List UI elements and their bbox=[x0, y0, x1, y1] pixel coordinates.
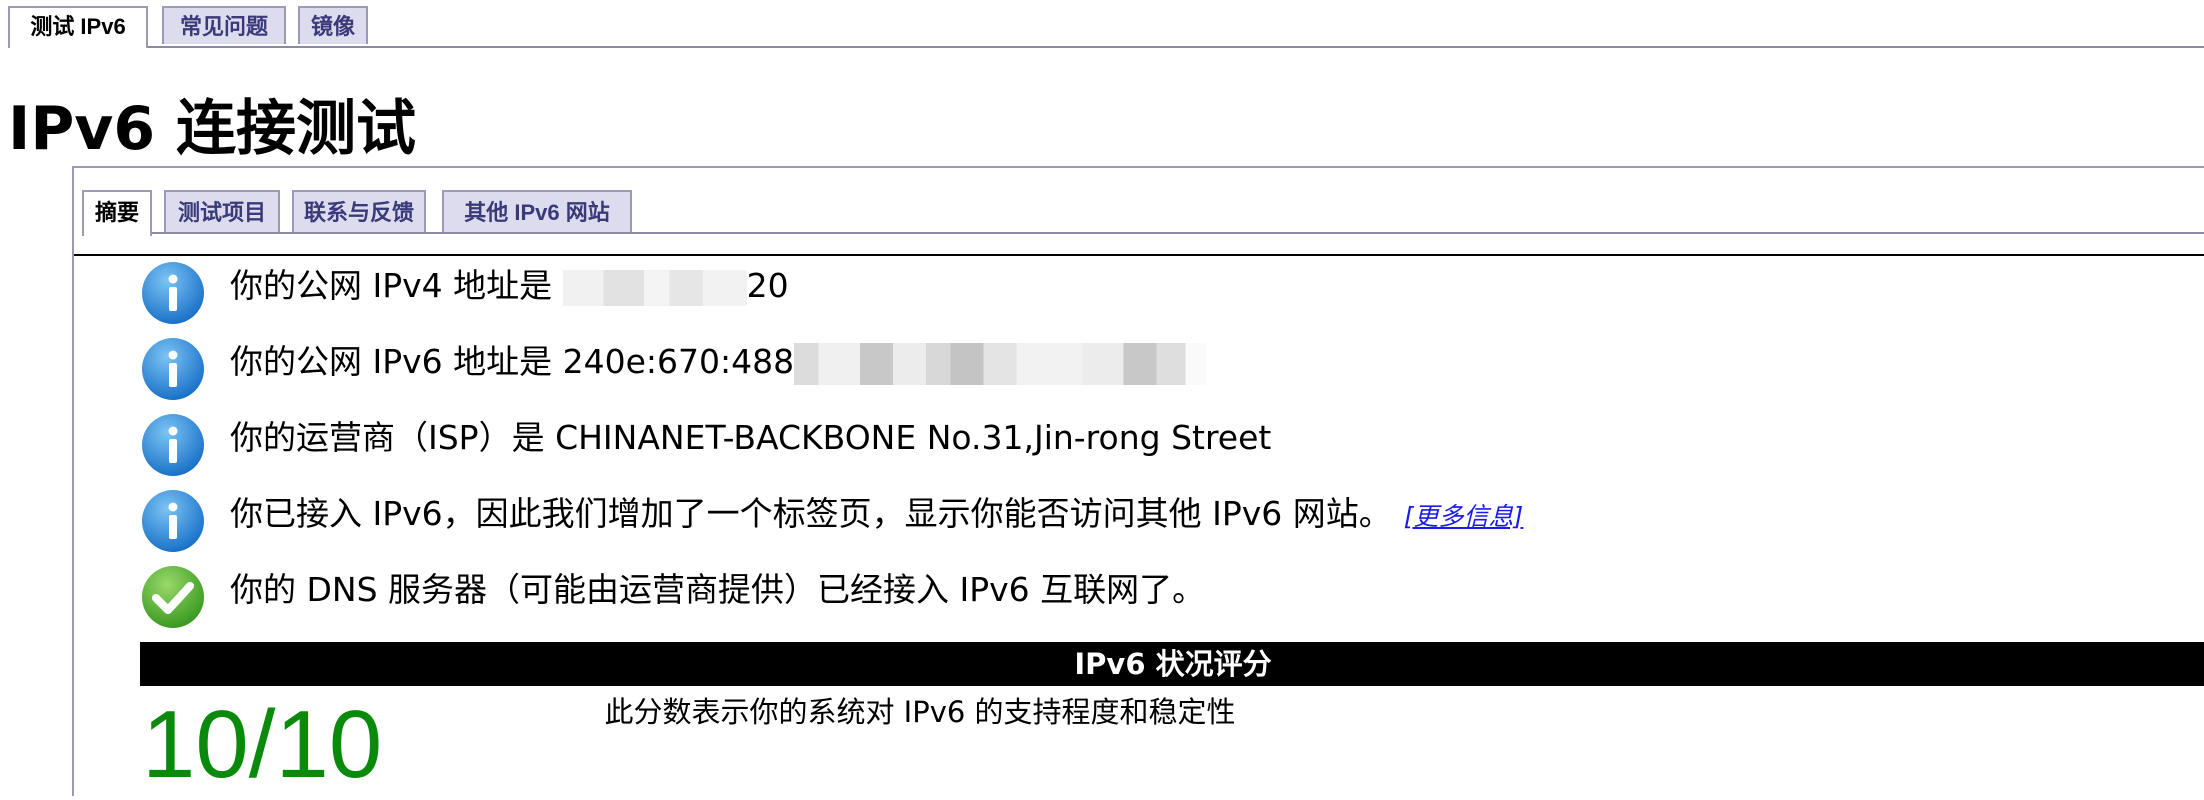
info-icon bbox=[142, 338, 204, 400]
score-value: 10/10 bbox=[142, 691, 383, 798]
page-title: IPv6 连接测试 bbox=[8, 94, 417, 164]
result-text: 你的 DNS 服务器（可能由运营商提供）已经接入 IPv6 互联网了。 bbox=[230, 570, 1206, 609]
ipv4-label: 你的公网 IPv4 地址是 bbox=[230, 266, 563, 305]
tab-contact-feedback[interactable]: 联系与反馈 bbox=[292, 190, 426, 232]
redacted-address bbox=[794, 342, 1207, 385]
tab-tests-run[interactable]: 测试项目 bbox=[164, 190, 280, 232]
score-heading: IPv6 状况评分 bbox=[140, 642, 2204, 686]
result-text: 你的公网 IPv6 地址是 240e:670:488 bbox=[230, 340, 1207, 385]
tab-summary[interactable]: 摘要 bbox=[82, 190, 152, 236]
info-icon bbox=[142, 490, 204, 552]
tab-test-ipv6[interactable]: 测试 IPv6 bbox=[8, 6, 148, 48]
more-info-link[interactable]: [更多信息] bbox=[1404, 502, 1524, 531]
result-row-ipv4: 你的公网 IPv4 地址是 20 bbox=[140, 260, 2140, 328]
check-icon bbox=[142, 566, 204, 628]
result-text: 你已接入 IPv6，因此我们增加了一个标签页，显示你能否访问其他 IPv6 网站… bbox=[230, 492, 1523, 539]
info-icon bbox=[142, 414, 204, 476]
tab-mirrors[interactable]: 镜像 bbox=[298, 6, 368, 44]
result-text: 你的运营商（ISP）是 CHINANET-BACKBONE No.31,Jin-… bbox=[230, 418, 1272, 457]
info-icon bbox=[142, 262, 204, 324]
top-tab-bar: 测试 IPv6 常见问题 镜像 bbox=[8, 6, 2204, 48]
redacted-address bbox=[562, 269, 747, 306]
result-row-dns: 你的 DNS 服务器（可能由运营商提供）已经接入 IPv6 互联网了。 bbox=[140, 564, 2140, 632]
result-text: 你的公网 IPv4 地址是 20 bbox=[230, 264, 789, 308]
result-row-isp: 你的运营商（ISP）是 CHINANET-BACKBONE No.31,Jin-… bbox=[140, 412, 2140, 480]
content-divider bbox=[74, 254, 2204, 256]
ipv6-label: 你的公网 IPv6 地址是 240e:670:488 bbox=[230, 342, 795, 381]
inner-tab-bar: 摘要 测试项目 联系与反馈 其他 IPv6 网站 bbox=[82, 190, 2204, 236]
notice-text: 你已接入 IPv6，因此我们增加了一个标签页，显示你能否访问其他 IPv6 网站… bbox=[230, 494, 1392, 533]
results-panel: 摘要 测试项目 联系与反馈 其他 IPv6 网站 你的公网 IPv4 地址是 2… bbox=[72, 166, 2204, 798]
result-row-ipv6-tab-notice: 你已接入 IPv6，因此我们增加了一个标签页，显示你能否访问其他 IPv6 网站… bbox=[140, 488, 2140, 556]
ipv4-suffix: 20 bbox=[746, 266, 789, 305]
tab-other-ipv6-sites[interactable]: 其他 IPv6 网站 bbox=[442, 190, 632, 232]
tab-faq[interactable]: 常见问题 bbox=[162, 6, 286, 44]
result-row-ipv6: 你的公网 IPv6 地址是 240e:670:488 bbox=[140, 336, 2140, 404]
